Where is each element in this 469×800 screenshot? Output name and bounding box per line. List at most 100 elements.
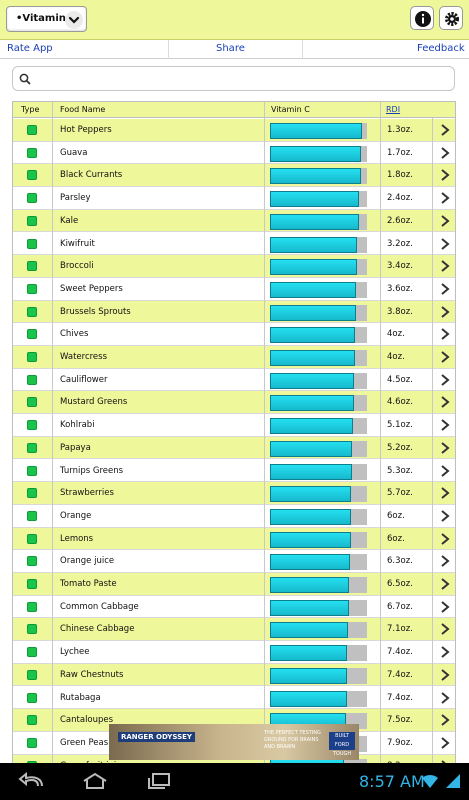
column-rdi[interactable]: RDI <box>386 105 400 114</box>
settings-button[interactable] <box>439 6 463 30</box>
back-icon[interactable] <box>18 772 46 790</box>
type-indicator <box>27 624 37 635</box>
nutrient-selector[interactable]: •Vitamin C <box>6 6 87 32</box>
home-icon[interactable] <box>81 772 109 790</box>
table-row[interactable]: Common Cabbage 6.7oz. <box>13 595 455 619</box>
chevron-right-icon[interactable] <box>439 305 451 319</box>
rdi-value: 4.6oz. <box>387 397 413 408</box>
search-input[interactable] <box>35 70 445 88</box>
table-row[interactable]: Chinese Cabbage 7.1oz. <box>13 618 455 642</box>
type-indicator <box>27 669 37 680</box>
type-indicator <box>27 352 37 362</box>
table-row[interactable]: Tomato Paste 6.5oz. <box>13 573 455 596</box>
table-row[interactable]: Orange juice 6.3oz. <box>13 550 455 573</box>
table-row[interactable]: Kohlrabi 5.1oz. <box>13 414 455 437</box>
table-row[interactable]: Brussels Sprouts 3.8oz. <box>13 300 455 324</box>
chevron-right-icon[interactable] <box>439 691 451 705</box>
chevron-right-icon[interactable] <box>439 532 451 546</box>
nutrient-bar-track <box>270 599 367 616</box>
chevron-right-icon[interactable] <box>439 486 451 500</box>
food-name: Lemons <box>60 533 94 544</box>
table-row[interactable]: Turnips Greens 5.3oz. <box>13 459 455 483</box>
rdi-value: 5.2oz. <box>387 442 413 453</box>
table-row[interactable]: Cauliflower 4.5oz. <box>13 368 455 392</box>
table-row[interactable]: Sweet Peppers 3.6oz. <box>13 277 455 301</box>
nutrient-bar-track <box>270 418 367 435</box>
chevron-right-icon[interactable] <box>439 464 451 478</box>
chevron-right-icon[interactable] <box>439 645 451 659</box>
nutrient-bar-fill <box>270 645 347 662</box>
food-name: Hot Peppers <box>60 125 112 135</box>
table-row[interactable]: Lychee 7.4oz. <box>13 641 455 664</box>
table-row[interactable]: Rutabaga 7.4oz. <box>13 686 455 710</box>
rdi-value: 2.6oz. <box>387 215 413 226</box>
table-row[interactable]: Watercress 4oz. <box>13 346 455 369</box>
chevron-right-icon[interactable] <box>439 554 451 568</box>
column-nutrient[interactable]: Vitamin C <box>271 105 310 114</box>
rdi-value: 3.8oz. <box>387 306 413 317</box>
chevron-right-icon[interactable] <box>439 350 451 364</box>
chevron-right-icon[interactable] <box>439 441 451 455</box>
rdi-value: 6oz. <box>387 510 405 521</box>
rdi-value: 2.4oz. <box>387 193 413 204</box>
feedback-link[interactable]: Feedback <box>417 43 465 54</box>
table-row[interactable]: Guava 1.7oz. <box>13 141 455 165</box>
food-name: Orange <box>60 510 92 521</box>
chevron-right-icon[interactable] <box>439 509 451 523</box>
search-icon <box>19 73 31 85</box>
chevron-right-icon[interactable] <box>439 600 451 614</box>
info-button[interactable] <box>410 6 434 30</box>
rate-app-link[interactable]: Rate App <box>7 43 53 54</box>
rdi-value: 6oz. <box>387 533 405 544</box>
table-row[interactable]: Raw Chestnuts 7.4oz. <box>13 663 455 687</box>
chevron-right-icon[interactable] <box>439 214 451 228</box>
table-row[interactable]: Mustard Greens 4.6oz. <box>13 391 455 415</box>
chevron-right-icon[interactable] <box>439 418 451 432</box>
chevron-right-icon[interactable] <box>439 146 451 160</box>
food-name: Orange juice <box>60 556 115 567</box>
chevron-right-icon[interactable] <box>439 282 451 296</box>
table-row[interactable]: Lemons 6oz. <box>13 527 455 551</box>
table-row[interactable]: Hot Peppers 1.3oz. <box>13 119 455 142</box>
nutrient-bar-fill <box>270 577 349 593</box>
chevron-right-icon[interactable] <box>439 622 451 636</box>
table-row[interactable]: Kale 2.6oz. <box>13 209 455 233</box>
table-row[interactable]: Kiwifruit 3.2oz. <box>13 232 455 256</box>
table-row[interactable]: Black Currants 1.8oz. <box>13 164 455 188</box>
chevron-right-icon[interactable] <box>439 191 451 205</box>
nutrient-bar-track <box>270 486 367 503</box>
chevron-right-icon[interactable] <box>439 123 451 137</box>
chevron-right-icon[interactable] <box>439 168 451 182</box>
rdi-value: 6.3oz. <box>387 556 413 567</box>
type-indicator <box>27 601 37 612</box>
chevron-right-icon[interactable] <box>439 237 451 251</box>
table-row[interactable]: Strawberries 5.7oz. <box>13 482 455 505</box>
ad-banner[interactable]: RANGER ODYSSEY THE PERFECT TESTING GROUN… <box>109 724 359 760</box>
rdi-value: 3.2oz. <box>387 238 413 249</box>
chevron-right-icon[interactable] <box>439 668 451 682</box>
rdi-value: 3.6oz. <box>387 283 413 294</box>
table-row[interactable]: Parsley 2.4oz. <box>13 187 455 210</box>
chevron-right-icon[interactable] <box>439 713 451 727</box>
chevron-right-icon[interactable] <box>439 395 451 409</box>
nutrient-bar-track <box>270 213 367 230</box>
chevron-right-icon[interactable] <box>439 327 451 341</box>
table-row[interactable]: Broccoli 3.4oz. <box>13 255 455 278</box>
column-food-name[interactable]: Food Name <box>60 105 105 114</box>
chevron-right-icon[interactable] <box>439 259 451 273</box>
table-row[interactable]: Orange 6oz. <box>13 504 455 528</box>
chevron-right-icon[interactable] <box>439 373 451 387</box>
signal-icon <box>446 774 460 788</box>
share-link[interactable]: Share <box>216 43 245 54</box>
table-row[interactable]: Chives 4oz. <box>13 323 455 346</box>
nutrient-bar-fill <box>270 350 355 366</box>
chevron-right-icon[interactable] <box>439 577 451 591</box>
food-name: Common Cabbage <box>60 601 139 612</box>
nutrient-bar-fill <box>270 213 359 230</box>
nutrient-bar-track <box>270 123 367 139</box>
type-indicator <box>27 125 37 135</box>
recent-apps-icon[interactable] <box>145 772 173 790</box>
search-box[interactable] <box>12 66 455 91</box>
chevron-right-icon[interactable] <box>439 736 451 750</box>
table-row[interactable]: Papaya 5.2oz. <box>13 436 455 460</box>
